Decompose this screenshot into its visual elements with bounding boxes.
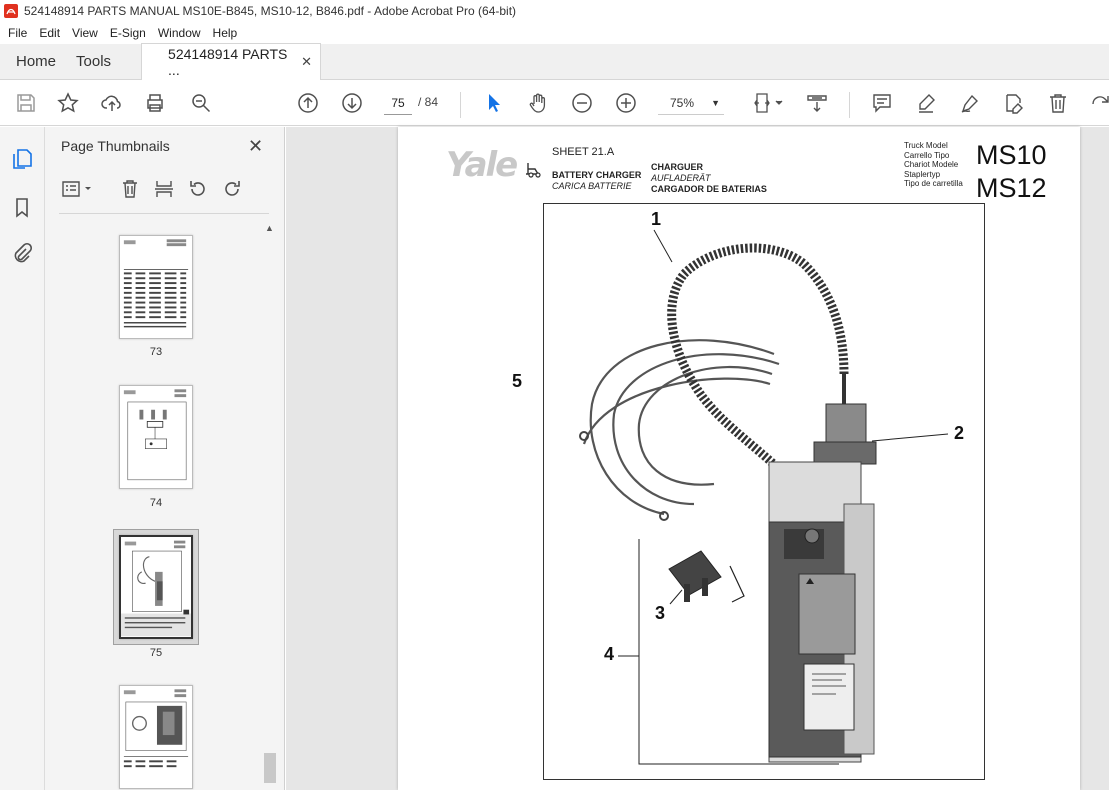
tab-home[interactable]: Home bbox=[0, 43, 72, 79]
callout-5: 5 bbox=[512, 371, 523, 391]
menu-esign[interactable]: E-Sign bbox=[104, 26, 152, 40]
thumbnail-options-icon[interactable] bbox=[59, 177, 95, 201]
comment-icon[interactable] bbox=[870, 91, 894, 115]
title-es: CARGADOR DE BATERIAS bbox=[651, 184, 767, 194]
truck-model-labels: Truck Model Carrello Tipo Chariot Modele… bbox=[904, 141, 963, 189]
tab-document[interactable]: 524148914 PARTS ... ✕ bbox=[141, 43, 322, 80]
draw-signature-icon[interactable] bbox=[958, 91, 982, 115]
window-title-bar: 524148914 PARTS MANUAL MS10E-B845, MS10-… bbox=[0, 0, 1109, 22]
document-viewport[interactable]: Yale SHEET 21.A BATTERY CHARGER CARICA B… bbox=[286, 127, 1109, 790]
title-fr: CHARGUER bbox=[651, 162, 704, 172]
menu-edit[interactable]: Edit bbox=[33, 26, 66, 40]
page-thumbnails-icon[interactable] bbox=[10, 147, 34, 171]
attachments-paperclip-icon[interactable] bbox=[10, 241, 34, 265]
title-de: AUFLADERÄT bbox=[651, 173, 711, 183]
callout-2: 2 bbox=[954, 423, 965, 443]
tab-tools[interactable]: Tools bbox=[72, 43, 127, 79]
callout-1: 1 bbox=[651, 209, 662, 229]
sheet-number: SHEET 21.A bbox=[552, 146, 615, 158]
next-page-icon[interactable] bbox=[340, 91, 364, 115]
title-en: BATTERY CHARGER bbox=[552, 170, 642, 180]
page-thumbnail-75[interactable] bbox=[119, 535, 193, 639]
truck-label: Staplertyp bbox=[904, 169, 941, 179]
thumbnail-label: 74 bbox=[149, 497, 163, 509]
rotate-counterclockwise-icon[interactable] bbox=[186, 177, 210, 201]
title-column-2: CHARGUER AUFLADERÄT CARGADOR DE BATERIAS bbox=[651, 162, 767, 195]
menu-file[interactable]: File bbox=[2, 26, 33, 40]
title-column-1: BATTERY CHARGER CARICA BATTERIE bbox=[552, 170, 641, 192]
thumbnail-toolbar bbox=[45, 173, 285, 207]
tab-row: Home Tools 524148914 PARTS ... ✕ bbox=[0, 43, 1109, 80]
model-ms12: MS12 bbox=[976, 173, 1047, 203]
panel-divider bbox=[59, 213, 269, 214]
delete-page-icon[interactable] bbox=[118, 177, 142, 201]
close-icon[interactable]: ✕ bbox=[248, 136, 263, 157]
truck-label: Truck Model bbox=[904, 141, 948, 150]
zoom-select[interactable]: 75% ▼ bbox=[658, 91, 724, 115]
rotate-icon[interactable] bbox=[1088, 91, 1109, 115]
thumbnail-label: 75 bbox=[149, 647, 163, 659]
bookmark-star-icon[interactable] bbox=[56, 91, 80, 115]
page-thumbnail-73[interactable] bbox=[119, 235, 193, 339]
chevron-down-icon: ▼ bbox=[711, 98, 720, 108]
figure-frame bbox=[526, 203, 985, 780]
thumbnail-list: 73 74 75 bbox=[45, 219, 285, 790]
page-number-input[interactable]: 75 bbox=[384, 91, 412, 115]
save-icon[interactable] bbox=[14, 91, 38, 115]
highlight-pen-icon[interactable] bbox=[914, 91, 938, 115]
zoom-in-icon[interactable] bbox=[614, 91, 638, 115]
truck-label: Carrello Tipo bbox=[904, 150, 950, 160]
bookmarks-icon[interactable] bbox=[10, 195, 34, 219]
scroll-up-arrow-icon[interactable]: ▲ bbox=[265, 223, 274, 233]
scroll-mode-icon[interactable] bbox=[805, 91, 829, 115]
rotate-clockwise-icon[interactable] bbox=[220, 177, 244, 201]
truck-label: Chariot Modele bbox=[904, 160, 959, 169]
toolbar-separator bbox=[460, 92, 461, 118]
thumbnail-scrollbar[interactable]: ▲ bbox=[261, 219, 277, 790]
delete-trash-icon[interactable] bbox=[1046, 91, 1070, 115]
page-thumbnail-74[interactable] bbox=[119, 385, 193, 489]
left-nav-rail bbox=[0, 127, 45, 790]
yale-logo: Yale bbox=[446, 145, 518, 185]
main-toolbar bbox=[0, 81, 1109, 126]
tab-document-label: 524148914 PARTS ... bbox=[168, 46, 288, 78]
model-ms10: MS10 bbox=[976, 140, 1047, 170]
page-thumbnails-panel: Page Thumbnails ✕ 73 74 75 ▲ bbox=[45, 127, 285, 790]
hand-tool-icon[interactable] bbox=[526, 91, 550, 115]
acrobat-app-icon bbox=[4, 4, 18, 18]
page-total: / 84 bbox=[418, 95, 439, 109]
menu-bar: File Edit View E-Sign Window Help bbox=[0, 22, 1109, 44]
title-it: CARICA BATTERIE bbox=[552, 181, 632, 191]
forklift-logo-icon bbox=[526, 163, 541, 178]
pdf-page: Yale SHEET 21.A BATTERY CHARGER CARICA B… bbox=[398, 127, 1080, 790]
panel-title: Page Thumbnails bbox=[61, 138, 170, 154]
scrollbar-thumb[interactable] bbox=[264, 753, 276, 783]
truck-label: Tipo de carretilla bbox=[904, 179, 963, 188]
previous-page-icon[interactable] bbox=[296, 91, 320, 115]
fit-page-icon[interactable] bbox=[752, 91, 786, 115]
zoom-value: 75% bbox=[670, 96, 695, 110]
battery-charger-illustration bbox=[526, 229, 949, 765]
callout-4: 4 bbox=[604, 644, 615, 664]
menu-view[interactable]: View bbox=[66, 26, 104, 40]
thumbnail-label: 73 bbox=[149, 346, 163, 358]
upload-cloud-icon[interactable] bbox=[100, 91, 124, 115]
print-icon[interactable] bbox=[143, 91, 167, 115]
select-cursor-icon[interactable] bbox=[482, 91, 506, 115]
callout-3: 3 bbox=[655, 603, 666, 623]
edit-document-icon[interactable] bbox=[1002, 91, 1026, 115]
insert-page-icon[interactable] bbox=[152, 177, 176, 201]
model-numbers: MS10 MS12 bbox=[976, 139, 1047, 205]
menu-window[interactable]: Window bbox=[152, 26, 207, 40]
tab-close-icon[interactable]: ✕ bbox=[301, 54, 312, 70]
page-thumbnail-76[interactable] bbox=[119, 685, 193, 789]
find-zoom-icon[interactable] bbox=[189, 91, 213, 115]
zoom-out-icon[interactable] bbox=[570, 91, 594, 115]
window-title: 524148914 PARTS MANUAL MS10E-B845, MS10-… bbox=[24, 4, 517, 18]
menu-help[interactable]: Help bbox=[207, 26, 244, 40]
toolbar-separator bbox=[849, 92, 850, 118]
